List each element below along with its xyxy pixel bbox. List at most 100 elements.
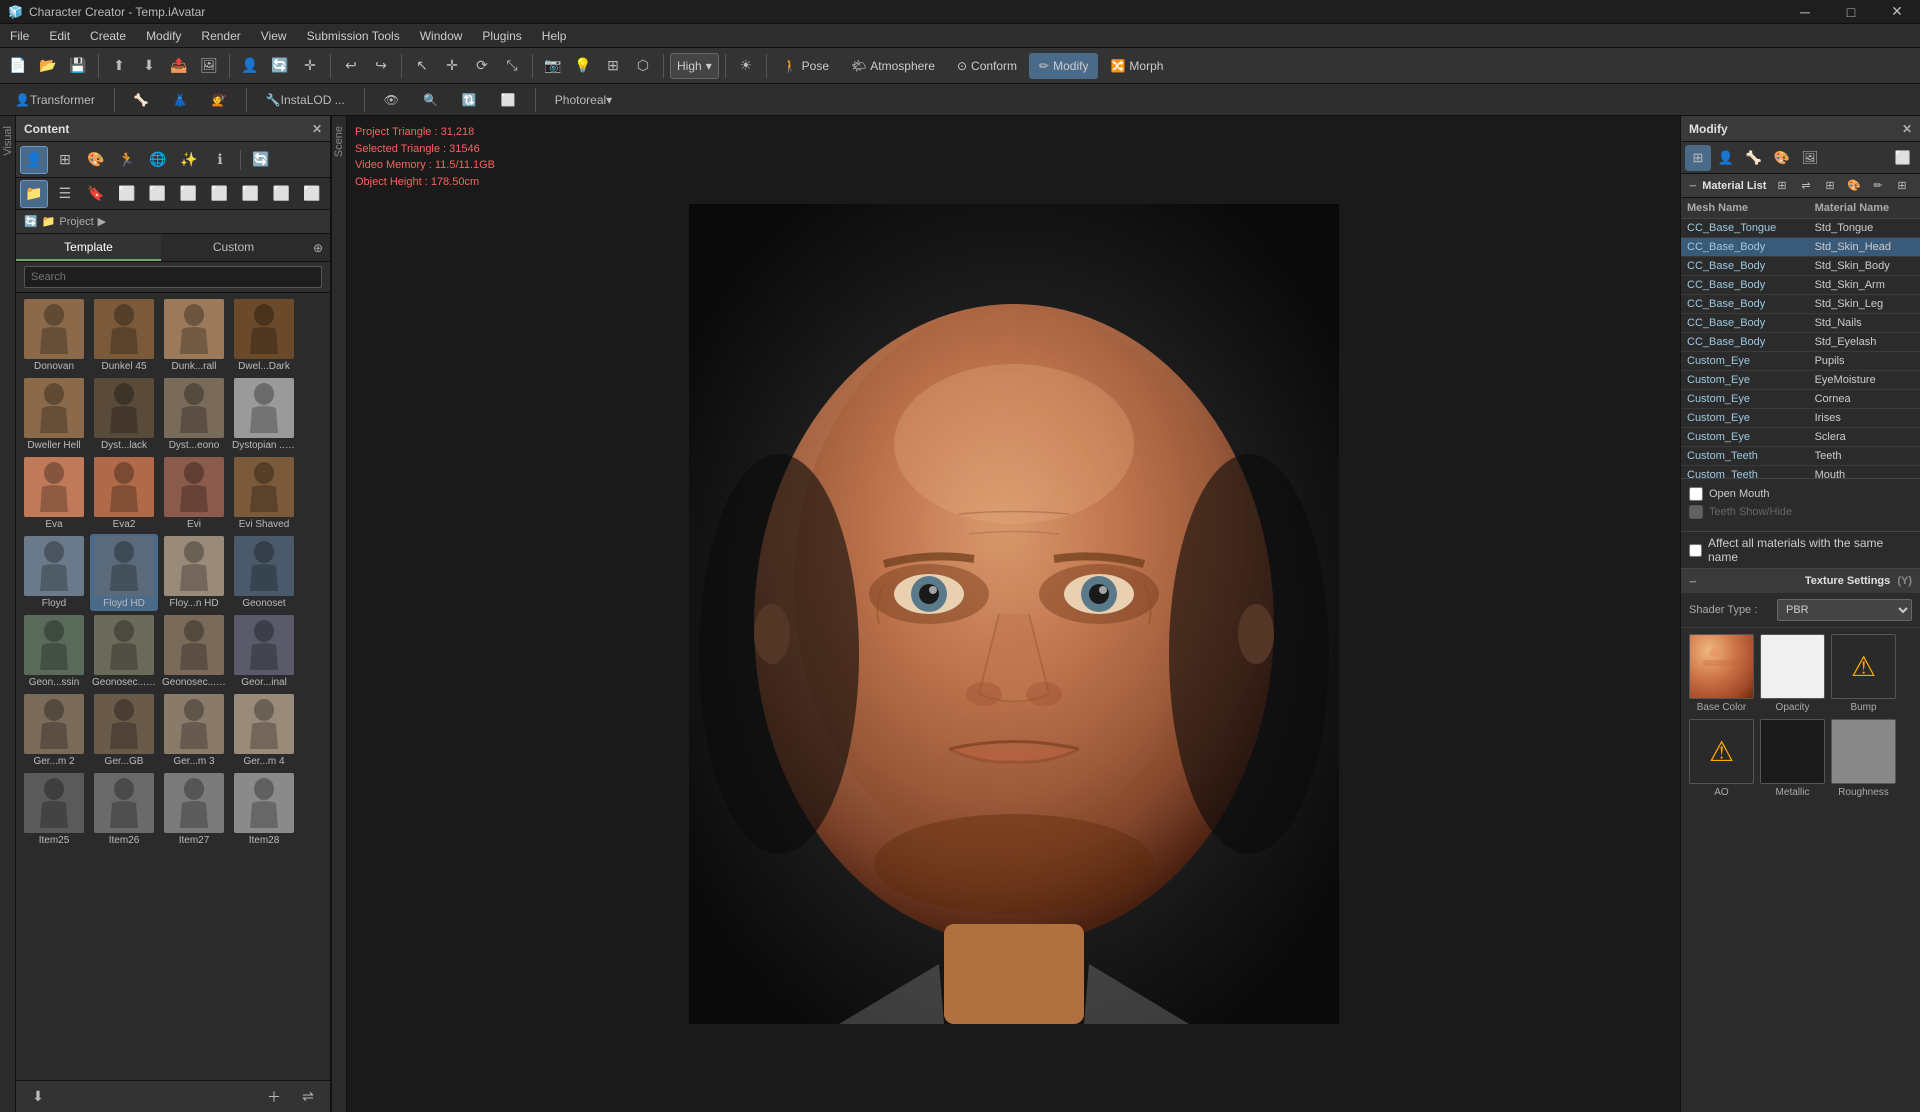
material-icon-btn[interactable]: 🎨 [82, 146, 110, 174]
table-row[interactable]: CC_Base_BodyStd_Nails [1681, 314, 1920, 333]
animation-icon-btn[interactable]: 🏃 [113, 146, 141, 174]
sun-button[interactable]: ☀ [732, 52, 760, 80]
bone-tab-icon[interactable]: 🦴 [1741, 145, 1767, 171]
content-item[interactable]: Eva2 [90, 455, 158, 532]
content-item[interactable]: Item27 [160, 771, 228, 848]
table-row[interactable]: CC_Base_TongueStd_Tongue [1681, 219, 1920, 238]
mat-arrows-icon[interactable]: ⇌ [1796, 176, 1816, 196]
content-item[interactable]: Floyd HD [90, 534, 158, 611]
light-button[interactable]: 💡 [569, 52, 597, 80]
template-tab[interactable]: Template [16, 234, 161, 261]
redo-button[interactable]: ↪ [367, 52, 395, 80]
shader-tab-icon[interactable]: 🎨 [1769, 145, 1795, 171]
eye-button[interactable]: 👁 [375, 87, 408, 113]
content-item[interactable]: Dunkel 45 [90, 297, 158, 374]
undo-button[interactable]: ↩ [337, 52, 365, 80]
save-button[interactable]: 💾 [64, 52, 92, 80]
viewport[interactable]: Project Triangle : 31,218 Selected Trian… [347, 116, 1680, 1112]
bone-button[interactable]: 🦴 [125, 87, 158, 113]
refresh-icon[interactable]: 🔄 [24, 215, 38, 228]
collapse-tex-icon[interactable]: − [1689, 574, 1697, 589]
grid-button[interactable]: ⊞ [599, 52, 627, 80]
rotate3d-button[interactable]: ⟳ [468, 52, 496, 80]
visual-label[interactable]: Visual [2, 116, 14, 166]
import-button[interactable]: ⬆ [105, 52, 133, 80]
menu-edit[interactable]: Edit [39, 24, 80, 48]
wireframe-button[interactable]: ⬡ [629, 52, 657, 80]
expand-button[interactable]: ⬜ [492, 87, 525, 113]
menu-file[interactable]: File [0, 24, 39, 48]
folder-icon-btn[interactable]: 📁 [20, 180, 48, 208]
content-item[interactable]: Dwel...Dark [230, 297, 298, 374]
history-icon-btn[interactable]: 🔄 [247, 146, 275, 174]
open-mouth-label[interactable]: Open Mouth [1709, 488, 1770, 500]
menu-help[interactable]: Help [532, 24, 577, 48]
table-row[interactable]: CC_Base_BodyStd_Skin_Leg [1681, 295, 1920, 314]
bump-thumb[interactable]: ⚠ [1831, 634, 1896, 699]
star-icon-btn[interactable]: ⬜ [113, 180, 141, 208]
content-item[interactable]: Eva [20, 455, 88, 532]
box6-icon-btn[interactable]: ⬜ [298, 180, 326, 208]
translate-button[interactable]: ✛ [438, 52, 466, 80]
open-mouth-checkbox[interactable] [1689, 487, 1703, 501]
figure-button[interactable]: 👤 [236, 52, 264, 80]
table-row[interactable]: CC_Base_BodyStd_Skin_Arm [1681, 276, 1920, 295]
metallic-thumb[interactable] [1760, 719, 1825, 784]
table-row[interactable]: Custom_EyePupils [1681, 352, 1920, 371]
ao-thumb[interactable]: ⚠ [1689, 719, 1754, 784]
content-item[interactable]: Donovan [20, 297, 88, 374]
scale-button[interactable]: ⤡ [498, 52, 526, 80]
mat-edit-icon[interactable]: ✏ [1868, 176, 1888, 196]
table-row[interactable]: Custom_EyeSclera [1681, 428, 1920, 447]
content-item[interactable]: Item26 [90, 771, 158, 848]
scene-icon-btn[interactable]: 🌐 [144, 146, 172, 174]
refresh-button[interactable]: 🔃 [453, 87, 486, 113]
menu-submission-tools[interactable]: Submission Tools [297, 24, 410, 48]
content-item[interactable]: Dystopian ...ja White A [230, 376, 298, 453]
export-button[interactable]: ⬇ [135, 52, 163, 80]
list-icon-btn[interactable]: ☰ [51, 180, 79, 208]
pose-mode-button[interactable]: 🚶 Pose [773, 53, 839, 79]
content-item[interactable]: Geor...inal [230, 613, 298, 690]
content-item[interactable]: Ger...m 2 [20, 692, 88, 769]
content-item[interactable]: Geonosec...Bones GB [90, 613, 158, 690]
atmosphere-mode-button[interactable]: 🌤 Atmosphere [841, 53, 945, 79]
mat-filter-icon[interactable]: ⊞ [1820, 176, 1840, 196]
new-button[interactable]: 📄 [4, 52, 32, 80]
select-button[interactable]: ↖ [408, 52, 436, 80]
content-item[interactable]: Evi [160, 455, 228, 532]
content-item[interactable]: Item25 [20, 771, 88, 848]
box2-icon-btn[interactable]: ⬜ [175, 180, 203, 208]
content-item[interactable]: Dyst...eono [160, 376, 228, 453]
scene-label[interactable]: Scene [333, 116, 345, 167]
table-row[interactable]: Custom_EyeCornea [1681, 390, 1920, 409]
modify-mode-button[interactable]: ✏ Modify [1029, 53, 1098, 79]
roughness-thumb[interactable] [1831, 719, 1896, 784]
conform-mode-button[interactable]: ⊙ Conform [947, 53, 1027, 79]
table-row[interactable]: CC_Base_BodyStd_Skin_Body [1681, 257, 1920, 276]
content-item[interactable]: Floy...n HD [160, 534, 228, 611]
menu-create[interactable]: Create [80, 24, 136, 48]
morph-mode-button[interactable]: 🔀 Morph [1100, 53, 1173, 79]
table-row[interactable]: CC_Base_BodyStd_Skin_Head [1681, 238, 1920, 257]
content-item[interactable]: Ger...m 3 [160, 692, 228, 769]
breadcrumb-project[interactable]: Project [59, 216, 93, 228]
close-button[interactable]: ✕ [1874, 0, 1920, 24]
table-row[interactable]: Custom_EyeIrises [1681, 409, 1920, 428]
minimize-button[interactable]: ─ [1782, 0, 1828, 24]
avatar-icon-btn[interactable]: 👤 [20, 146, 48, 174]
hair-button[interactable]: 💇 [203, 87, 236, 113]
box4-icon-btn[interactable]: ⬜ [236, 180, 264, 208]
affect-all-checkbox[interactable] [1689, 544, 1702, 557]
content-item[interactable]: Evi Shaved [230, 455, 298, 532]
content-item[interactable]: Dyst...lack [90, 376, 158, 453]
table-row[interactable]: Custom_TeethMouth [1681, 466, 1920, 479]
menu-view[interactable]: View [251, 24, 297, 48]
custom-tab[interactable]: Custom [161, 234, 306, 261]
cloth-button[interactable]: 👗 [164, 87, 197, 113]
maximize-button[interactable]: □ [1828, 0, 1874, 24]
material-tab-icon[interactable]: ⊞ [1685, 145, 1711, 171]
camera-button[interactable]: 📷 [539, 52, 567, 80]
content-item[interactable]: Ger...m 4 [230, 692, 298, 769]
open-button[interactable]: 📂 [34, 52, 62, 80]
